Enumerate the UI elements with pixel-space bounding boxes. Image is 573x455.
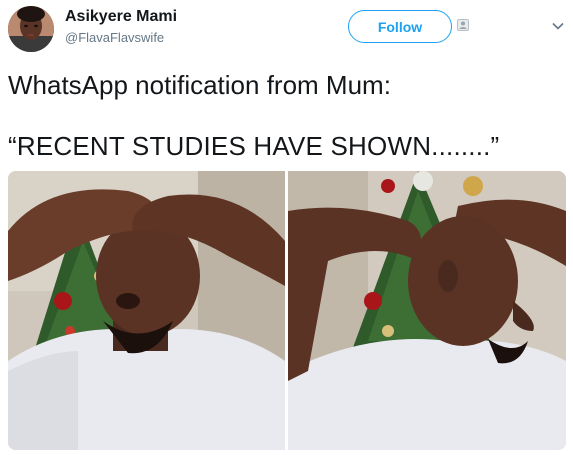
chevron-down-icon[interactable] — [552, 22, 564, 30]
follow-button[interactable]: Follow — [348, 10, 452, 43]
author-handle[interactable]: @FlavaFlavswife — [65, 30, 164, 45]
author-avatar[interactable] — [8, 6, 54, 52]
tweet-text-line-2: “RECENT STUDIES HAVE SHOWN........” — [8, 131, 500, 161]
avatar-image — [8, 6, 54, 52]
tweet-text-line-1: WhatsApp notification from Mum: — [8, 70, 391, 100]
media-image-left[interactable] — [8, 171, 285, 450]
media-photo-right — [288, 171, 566, 450]
person-add-icon[interactable] — [457, 19, 469, 31]
media-photo-left — [8, 171, 285, 450]
author-name[interactable]: Asikyere Mami — [65, 8, 177, 26]
media-image-right[interactable] — [288, 171, 566, 450]
tweet-card: Asikyere Mami @FlavaFlavswife Follow Wha… — [0, 0, 573, 455]
